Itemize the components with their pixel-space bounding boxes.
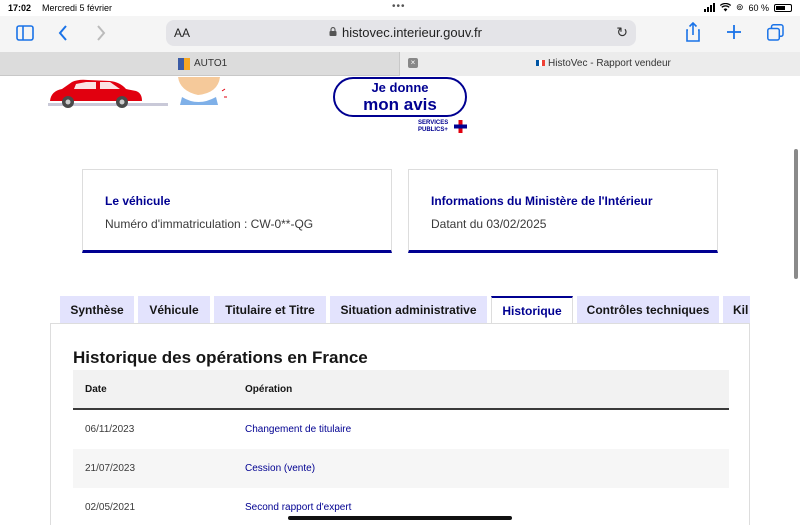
clock: 17:02 [8,3,32,13]
reload-icon[interactable]: ↻ [616,24,628,41]
tab-synthese[interactable]: Synthèse [60,296,134,324]
signal-icon [703,3,715,12]
lock-icon [329,27,337,36]
tab-historique[interactable]: Historique [491,296,573,324]
battery-percent: 60 % [748,2,769,13]
status-bar: 17:02 Mercredi 5 février ••• ⊚ 60 % [0,0,800,16]
card-value: Numéro d'immatriculation : CW-0**-QG [105,217,314,231]
row-operation-link[interactable]: Changement de titulaire [245,424,351,435]
tab-situation-administrative[interactable]: Situation administrative [330,296,487,324]
feedback-button[interactable]: Je donne mon avis [333,77,467,117]
services-publics-line1: SERVICES [418,120,449,126]
browser-tabs: AUTO1 × HistoVec - Rapport vendeur [0,52,800,76]
row-operation-link[interactable]: Cession (vente) [245,463,315,474]
address-bar[interactable]: AA histovec.interieur.gouv.fr ↻ [166,20,636,46]
services-publics-line2: PUBLICS+ [418,127,448,133]
table-row: 06/11/2023 Changement de titulaire [73,410,729,449]
services-publics-logo: SERVICES PUBLICS+ [418,120,448,134]
browser-tab-histovec[interactable]: × HistoVec - Rapport vendeur [400,52,800,76]
orientation-lock-icon: ⊚ [735,2,744,12]
ministry-info-card: Informations du Ministère de l'Intérieur… [408,169,718,253]
vehicle-card: Le véhicule Numéro d'immatriculation : C… [82,169,392,253]
report-tabs: Synthèse Véhicule Titulaire et Titre Sit… [60,296,750,324]
url-text[interactable]: histovec.interieur.gouv.fr [342,25,482,40]
column-header-operation: Opération [245,384,293,395]
close-tab-icon[interactable]: × [408,58,418,68]
table-header: Date Opération [73,370,729,410]
history-table: Date Opération 06/11/2023 Changement de … [73,370,729,525]
forward-icon[interactable] [96,25,106,41]
card-value: Datant du 03/02/2025 [431,217,547,231]
row-date: 06/11/2023 [85,424,135,435]
browser-tab-label: AUTO1 [194,58,228,69]
history-heading: Historique des opérations en France [73,348,368,367]
auto1-favicon-icon [178,58,190,70]
back-icon[interactable] [58,25,68,41]
sidebar-icon[interactable] [16,25,34,41]
new-tab-icon[interactable] [727,25,741,39]
text-size-button[interactable]: AA [174,26,190,40]
column-header-date: Date [85,384,107,395]
row-date: 21/07/2023 [85,463,136,474]
browser-tab-label: HistoVec - Rapport vendeur [548,58,671,69]
tab-titulaire[interactable]: Titulaire et Titre [214,296,326,324]
battery-icon [774,3,792,12]
card-title: Le véhicule [105,194,171,208]
date: Mercredi 5 février [42,3,113,13]
services-publics-plus-icon [454,120,467,133]
car-illustration-icon [48,77,227,108]
feedback-line1: Je donne [371,80,429,95]
row-date: 02/05/2021 [85,502,136,513]
tab-controles-techniques[interactable]: Contrôles techniques [577,296,719,324]
tab-kilometrage[interactable]: Kil [723,296,750,324]
wifi-icon [719,3,731,12]
history-panel: Historique des opérations en France Date… [50,323,750,525]
row-operation-link[interactable]: Second rapport d'expert [245,502,351,513]
card-title: Informations du Ministère de l'Intérieur [431,194,653,208]
page-scrollbar[interactable] [794,149,798,279]
tab-vehicule[interactable]: Véhicule [138,296,210,324]
home-indicator[interactable] [288,516,512,520]
tabs-overview-icon[interactable] [767,24,784,41]
feedback-line2: mon avis [363,95,437,114]
multitasking-dots-icon[interactable]: ••• [392,1,406,12]
browser-tab-auto1[interactable]: AUTO1 [0,52,400,76]
web-page: Je donne mon avis SERVICES PUBLICS+ Le v… [0,77,800,525]
share-icon[interactable] [686,22,700,42]
french-flag-icon [536,60,545,66]
table-row: 21/07/2023 Cession (vente) [73,449,729,488]
browser-toolbar: AA histovec.interieur.gouv.fr ↻ [0,16,800,52]
